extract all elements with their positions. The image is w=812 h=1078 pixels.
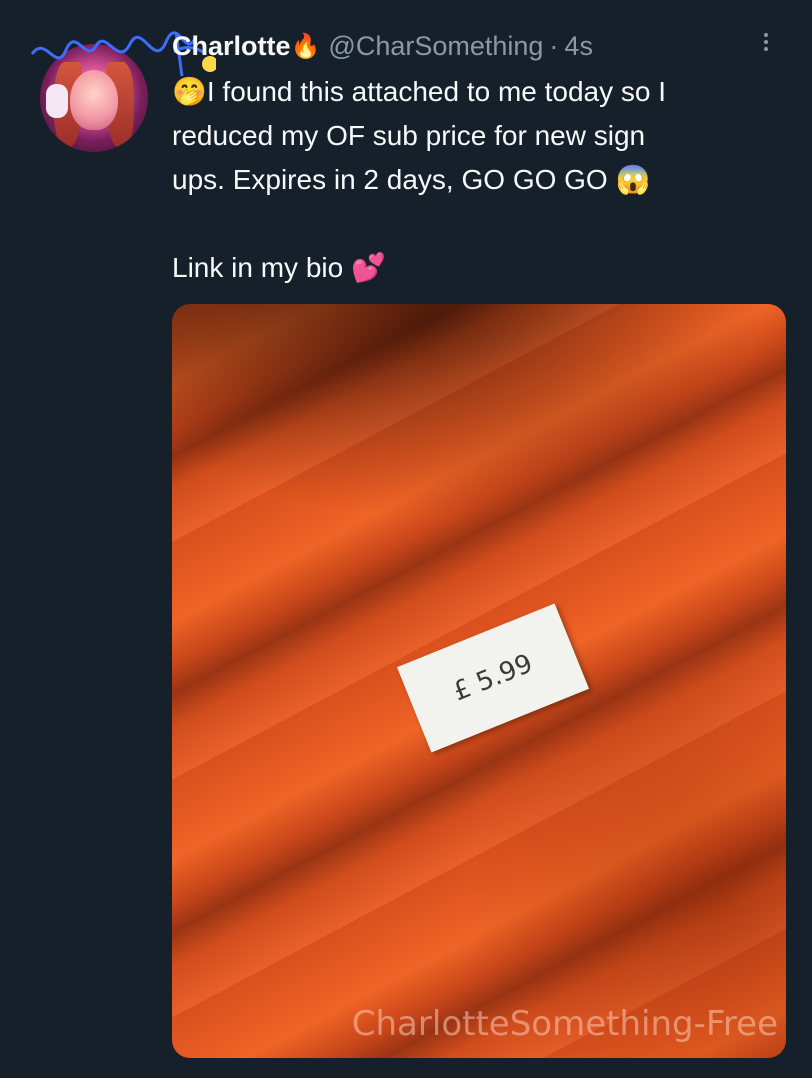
display-name[interactable]: Charlotte bbox=[172, 31, 291, 62]
separator-dot: · bbox=[549, 30, 559, 61]
tweet-line: reduced my OF sub price for new sign bbox=[172, 120, 646, 151]
tweet-text: 🤭I found this attached to me today so I … bbox=[172, 70, 772, 290]
fire-icon: 🔥 bbox=[290, 32, 321, 60]
more-options-icon[interactable] bbox=[760, 30, 772, 62]
avatar-headphone bbox=[46, 84, 68, 118]
tweet-line: 🤭I found this attached to me today so I bbox=[172, 76, 667, 107]
tweet-line: ups. Expires in 2 days, GO GO GO 😱 bbox=[172, 164, 651, 195]
timestamp[interactable]: 4s bbox=[564, 31, 593, 62]
tweet-header: Charlotte 🔥 @CharSomething · 4s bbox=[172, 26, 593, 66]
user-handle[interactable]: @CharSomething bbox=[328, 31, 543, 62]
tweet-media-image[interactable]: £ 5.99 CharlotteSomething-Free bbox=[172, 304, 786, 1058]
tweet-link-line: Link in my bio 💕 bbox=[172, 252, 386, 283]
watermark-text: CharlotteSomething-Free bbox=[351, 1004, 778, 1044]
